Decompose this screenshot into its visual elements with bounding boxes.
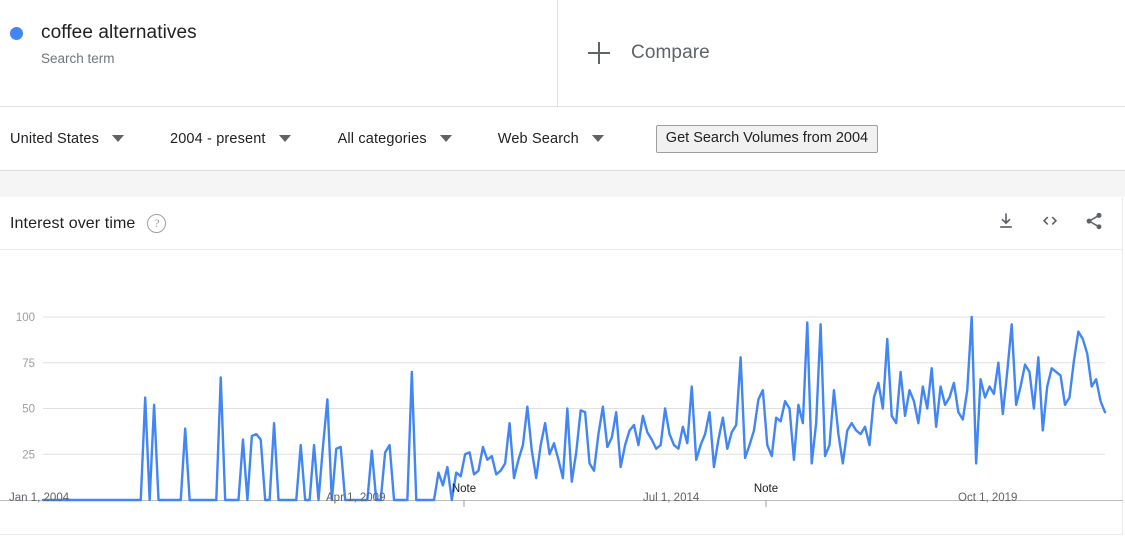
- compare-label: Compare: [631, 42, 710, 63]
- card-header: Interest over time ?: [0, 198, 1122, 250]
- y-axis-tick-label: 50: [22, 404, 35, 416]
- search-term-card[interactable]: coffee alternatives Search term: [0, 0, 558, 106]
- embed-code-icon[interactable]: [1039, 211, 1061, 236]
- filter-location[interactable]: United States: [10, 131, 124, 147]
- search-term-bar: coffee alternatives Search term Compare: [0, 0, 1125, 107]
- filter-search-type[interactable]: Web Search: [498, 131, 604, 147]
- y-axis-tick-label: 25: [22, 449, 35, 461]
- chevron-down-icon: [278, 135, 291, 142]
- search-term-title: coffee alternatives: [41, 22, 197, 43]
- card-actions: [996, 211, 1104, 236]
- filter-category[interactable]: All categories: [338, 131, 452, 147]
- help-icon[interactable]: ?: [147, 214, 167, 233]
- filter-time-range-label: 2004 - present: [170, 130, 266, 147]
- series-color-dot: [10, 27, 23, 40]
- chevron-down-icon: [439, 135, 452, 142]
- plus-icon: [588, 42, 610, 64]
- section-divider-band: [0, 171, 1125, 198]
- page-title: Interest over time: [10, 214, 136, 232]
- chevron-down-icon: [112, 135, 124, 142]
- filter-search-type-label: Web Search: [497, 130, 579, 147]
- download-icon[interactable]: [996, 211, 1016, 236]
- interest-over-time-card: Interest over time ? 25 50 75 100 Note Note…: [0, 198, 1123, 535]
- filter-bar: United States 2004 - present All categor…: [0, 107, 1125, 171]
- filter-location-label: United States: [10, 130, 99, 147]
- chevron-down-icon: [591, 135, 604, 142]
- chart-annotation-note-1: Note: [451, 483, 477, 495]
- chart-annotation-note-2: Note: [753, 483, 779, 495]
- x-axis-tick-2: Jul 1, 2014: [643, 492, 700, 504]
- search-term-subtitle: Search term: [41, 51, 115, 66]
- y-axis-tick-label: 75: [22, 358, 35, 370]
- compare-button[interactable]: Compare: [558, 0, 1125, 106]
- x-axis-tick-3: Oct 1, 2019: [958, 492, 1018, 504]
- y-axis-tick-label: 100: [16, 312, 35, 324]
- get-search-volumes-button[interactable]: Get Search Volumes from 2004: [655, 124, 879, 153]
- chart-plot-area[interactable]: 25 50 75 100 Note Note Jan 1, 2004 Apr 1, 2…: [0, 250, 1123, 534]
- filter-category-label: All categories: [337, 130, 427, 147]
- filter-time-range[interactable]: 2004 - present: [170, 131, 291, 147]
- x-axis-tick-0: Jan 1, 2004: [9, 492, 70, 504]
- x-axis-tick-1: Apr 1, 2009: [326, 492, 386, 504]
- interest-over-time-chart: 25 50 75 100: [0, 312, 1123, 507]
- share-icon[interactable]: [1084, 211, 1104, 236]
